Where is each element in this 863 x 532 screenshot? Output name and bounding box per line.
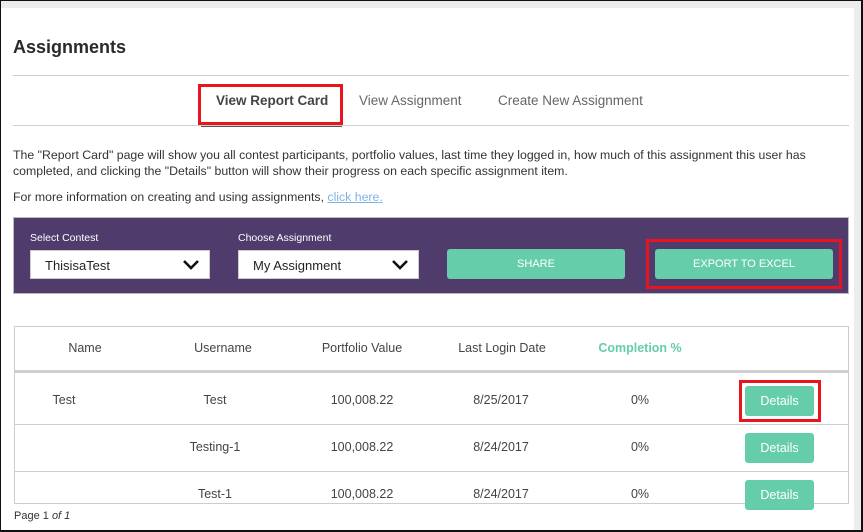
cell-username: Testing-1 xyxy=(189,440,241,454)
cell-last-login: 8/24/2017 xyxy=(473,487,529,501)
table-row: Test-1 100,008.22 8/24/2017 0% Details xyxy=(15,472,848,518)
cell-completion: 0% xyxy=(630,487,650,501)
controls-panel: Select Contest ThisisaTest Choose Assign… xyxy=(13,217,849,294)
column-header-username: Username xyxy=(194,341,252,355)
page-title: Assignments xyxy=(13,37,127,57)
page-total: of 1 xyxy=(51,510,71,522)
details-button[interactable]: Details xyxy=(745,480,814,510)
report-card-description: The "Report Card" page will show you all… xyxy=(13,148,806,178)
tab-view-assignment[interactable]: View Assignment xyxy=(359,93,462,108)
more-info-text: For more information on creating and usi… xyxy=(13,190,383,204)
pagination-info: Page 1 of 1 xyxy=(14,510,70,522)
cell-portfolio-value: 100,008.22 xyxy=(330,393,394,407)
column-header-last-login: Last Login Date xyxy=(458,341,546,355)
tab-create-new-assignment[interactable]: Create New Assignment xyxy=(498,93,643,108)
select-contest-value: ThisisaTest xyxy=(45,258,111,273)
tabs-divider xyxy=(13,125,849,126)
report-card-table: Name Username Portfolio Value Last Login… xyxy=(14,326,849,510)
choose-assignment-value: My Assignment xyxy=(253,258,342,273)
details-button[interactable]: Details xyxy=(745,433,814,463)
cell-last-login: 8/25/2017 xyxy=(473,393,529,407)
column-header-portfolio-value: Portfolio Value xyxy=(321,341,403,355)
page-number: Page 1 xyxy=(14,510,49,522)
assignments-page: Assignments View Report Card View Assign… xyxy=(1,8,854,530)
chevron-down-icon xyxy=(183,260,199,270)
cell-completion: 0% xyxy=(630,440,650,454)
cell-portfolio-value: 100,008.22 xyxy=(330,487,394,501)
cell-username: Test-1 xyxy=(197,487,233,501)
more-info-label: For more information on creating and usi… xyxy=(13,190,328,204)
column-header-name: Name xyxy=(68,341,102,355)
select-contest-label: Select Contest xyxy=(30,232,99,244)
column-header-completion[interactable]: Completion % xyxy=(580,341,700,355)
export-to-excel-button[interactable]: EXPORT TO EXCEL xyxy=(655,249,833,279)
title-divider xyxy=(13,75,849,76)
choose-assignment-dropdown[interactable]: My Assignment xyxy=(238,250,419,279)
table-row: Testing-1 100,008.22 8/24/2017 0% Detail… xyxy=(15,425,848,471)
cell-portfolio-value: 100,008.22 xyxy=(330,440,394,454)
details-button[interactable]: Details xyxy=(745,386,814,416)
select-contest-dropdown[interactable]: ThisisaTest xyxy=(30,250,210,279)
table-row: Test Test 100,008.22 8/25/2017 0% Detail… xyxy=(15,378,848,424)
chevron-down-icon xyxy=(392,260,408,270)
tab-bar: View Report Card View Assignment Create … xyxy=(1,84,854,134)
share-button[interactable]: SHARE xyxy=(447,249,625,279)
tab-view-report-card[interactable]: View Report Card xyxy=(216,93,328,108)
click-here-link[interactable]: click here. xyxy=(327,190,382,204)
header-divider xyxy=(15,370,848,373)
cell-username: Test xyxy=(203,393,227,407)
choose-assignment-label: Choose Assignment xyxy=(238,232,332,244)
cell-completion: 0% xyxy=(630,393,650,407)
cell-name: Test xyxy=(52,393,76,407)
cell-last-login: 8/24/2017 xyxy=(473,440,529,454)
